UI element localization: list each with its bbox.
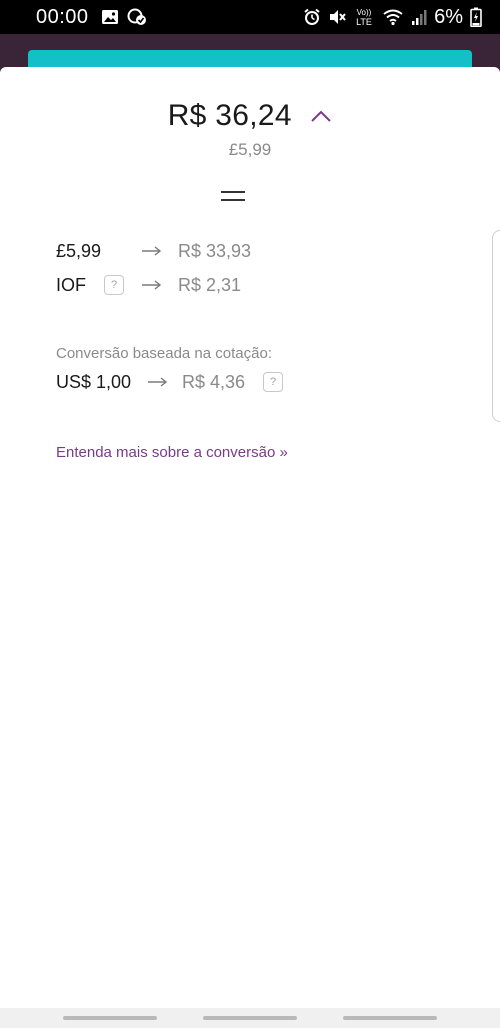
alarm-icon [304, 8, 320, 25]
arrow-right-icon [148, 377, 168, 387]
battery-percent: 6% [434, 5, 463, 28]
iof-label: IOF [56, 274, 86, 295]
wifi-icon [383, 9, 403, 26]
arrow-right-icon [142, 246, 162, 256]
image-icon [101, 10, 118, 24]
status-right-icons: Vo)) LTE 6% [303, 6, 482, 29]
rate-caption: Conversão baseada na cotação: [56, 345, 272, 362]
conversion-line-iof: IOF ? R$ 2,31 [56, 272, 241, 298]
side-edge-handle[interactable] [492, 230, 500, 422]
total-original-amount: £5,99 [228, 140, 272, 159]
rate-value: R$ 4,36 [182, 371, 246, 392]
battery-icon [470, 7, 482, 27]
nav-home-button[interactable] [203, 1016, 297, 1020]
status-bar: 00:00 Vo)) LTE 6% [0, 0, 500, 34]
check-circle-icon [127, 8, 146, 25]
conversion-sheet: R$ 36,24 £5,99 £5,99 R$ 33,93 IOF ? R$ 2… [0, 67, 500, 1008]
navigation-bar [0, 1008, 500, 1028]
rate-base-label: US$ 1,00 [56, 371, 132, 392]
nav-back-button[interactable] [343, 1016, 437, 1020]
equals-icon [221, 191, 245, 201]
status-left-icons [101, 8, 147, 26]
rate-help-button[interactable]: ? [263, 372, 284, 392]
arrow-right-icon [142, 280, 162, 290]
volte-icon: Vo)) LTE [356, 8, 372, 27]
screen: 00:00 Vo)) LTE 6% R$ 36,24 £5,99 £5,99 R… [0, 0, 500, 1028]
volte-label: Vo)) [357, 8, 372, 17]
chevron-up-icon[interactable] [310, 109, 332, 123]
mute-icon [330, 10, 346, 24]
signal-icon [412, 10, 427, 25]
iof-help-button[interactable]: ? [104, 275, 124, 295]
total-row: R$ 36,24 [0, 99, 500, 133]
status-time: 00:00 [36, 5, 89, 28]
learn-more-link[interactable]: Entenda mais sobre a conversão » [56, 444, 288, 461]
network-label: LTE [356, 17, 372, 27]
total-amount: R$ 36,24 [167, 99, 292, 132]
nav-recents-button[interactable] [63, 1016, 157, 1020]
iof-value: R$ 2,31 [178, 274, 242, 295]
purchase-amount-label: £5,99 [56, 240, 102, 261]
conversion-line-purchase: £5,99 R$ 33,93 [56, 238, 251, 264]
exchange-rate-line: US$ 1,00 R$ 4,36 ? [56, 369, 284, 395]
purchase-converted-value: R$ 33,93 [178, 240, 252, 261]
